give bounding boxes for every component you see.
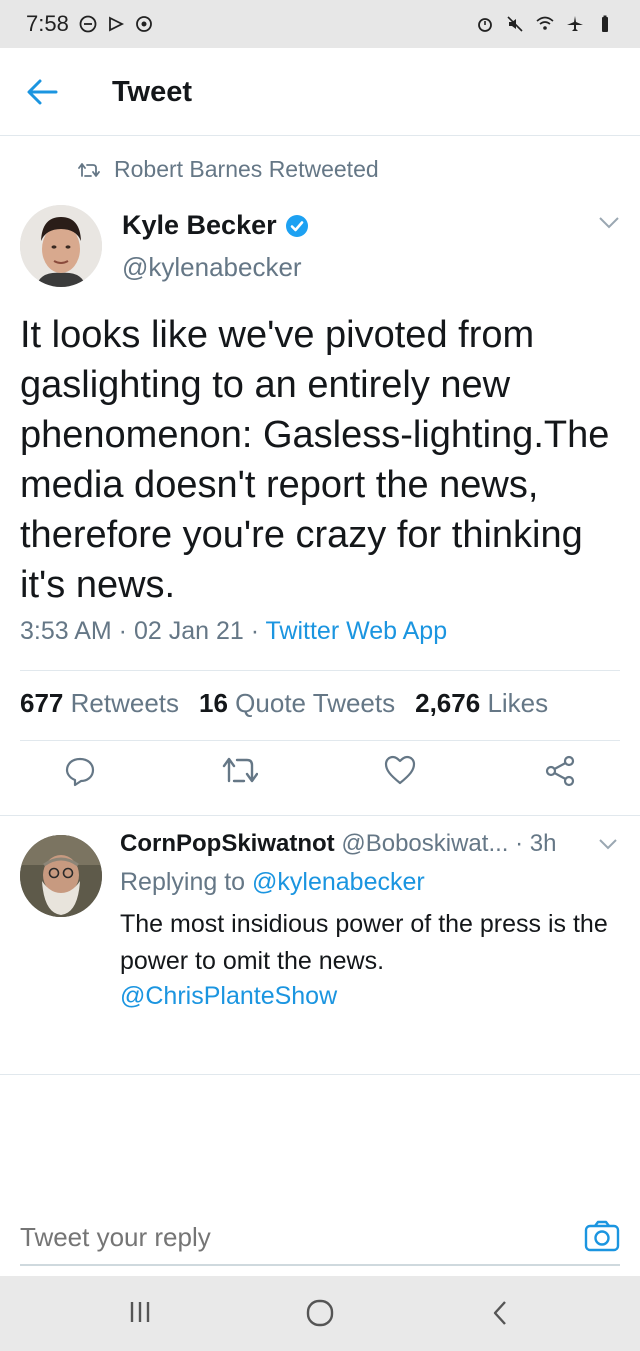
settings-icon	[135, 16, 152, 32]
reply-input[interactable]	[20, 1222, 540, 1253]
reply-mention-link[interactable]: @ChrisPlanteShow	[120, 982, 337, 1011]
retweet-icon[interactable]	[222, 755, 258, 785]
tweet-actions	[0, 755, 640, 815]
share-icon[interactable]	[544, 755, 576, 787]
replying-to-link[interactable]: @kylenabecker	[252, 868, 425, 896]
tweet-source-link[interactable]: Twitter Web App	[266, 617, 448, 645]
mute-icon	[507, 16, 523, 32]
divider	[20, 670, 620, 671]
reply-input-underline	[20, 1264, 620, 1266]
likes-label: Likes	[487, 688, 549, 718]
quotes-label: Quote Tweets	[235, 688, 396, 718]
do-not-disturb-icon	[79, 15, 97, 33]
replying-prefix: Replying to	[120, 868, 253, 896]
retweets-label: Retweets	[70, 688, 180, 718]
verified-badge-icon	[285, 214, 308, 237]
reply-avatar[interactable]	[20, 835, 102, 917]
retweeted-by-label: Robert Barnes Retweeted	[114, 156, 379, 182]
retweet-context[interactable]: Robert Barnes Retweeted	[78, 156, 379, 183]
battery-icon	[602, 15, 608, 32]
quotes-count: 16	[199, 688, 228, 718]
retweets-stat[interactable]: 677 Retweets	[20, 688, 179, 719]
reply-composer	[0, 1196, 640, 1278]
likes-count: 2,676	[415, 688, 481, 718]
tweet-timestamp: 3:53 AM · 02 Jan 21 · Twitter Web App	[20, 617, 447, 646]
retweet-small-icon	[78, 162, 100, 177]
reply-author-handle[interactable]: @Boboskiwat...	[341, 830, 508, 857]
app-bar: Tweet	[0, 48, 640, 136]
system-nav-bar	[0, 1276, 640, 1351]
author-name[interactable]: Kyle Becker	[122, 210, 309, 241]
camera-icon[interactable]	[584, 1220, 620, 1252]
avatar[interactable]	[20, 205, 102, 287]
play-icon	[108, 16, 124, 32]
chevron-down-icon[interactable]	[598, 838, 618, 850]
like-icon[interactable]	[384, 755, 416, 785]
retweets-count: 677	[20, 688, 64, 718]
likes-stat[interactable]: 2,676 Likes	[415, 688, 548, 719]
chevron-down-icon[interactable]	[598, 216, 620, 230]
back-icon[interactable]	[490, 1298, 510, 1328]
alarm-icon	[478, 18, 492, 32]
status-time: 7:58	[26, 11, 69, 36]
divider	[20, 740, 620, 741]
status-bar: 7:58	[0, 0, 640, 48]
reply-icon[interactable]	[64, 755, 96, 787]
quotes-stat[interactable]: 16 Quote Tweets	[199, 688, 395, 719]
reply-text: The most insidious power of the press is…	[120, 910, 608, 975]
back-arrow-icon[interactable]	[26, 78, 58, 106]
home-icon[interactable]	[305, 1298, 335, 1328]
airplane-icon	[567, 16, 583, 31]
replying-to: Replying to @kylenabecker	[120, 868, 425, 897]
author-handle[interactable]: @kylenabecker	[122, 252, 302, 283]
reply-header: CornPopSkiwatnot @Boboskiwat... · 3h	[120, 830, 556, 858]
author-name-text: Kyle Becker	[122, 210, 277, 240]
divider	[0, 815, 640, 816]
recents-icon[interactable]	[128, 1298, 152, 1326]
reply-author-name[interactable]: CornPopSkiwatnot	[120, 830, 335, 857]
tweet-time: 3:53 AM · 02 Jan 21 ·	[20, 617, 266, 645]
wifi-icon	[536, 16, 554, 30]
divider	[0, 1074, 640, 1075]
reply-age: · 3h	[508, 830, 557, 857]
tweet-stats: 677 Retweets 16 Quote Tweets 2,676 Likes	[20, 688, 548, 719]
page-title: Tweet	[112, 76, 193, 108]
tweet-text: It looks like we've pivoted from gasligh…	[20, 314, 610, 606]
